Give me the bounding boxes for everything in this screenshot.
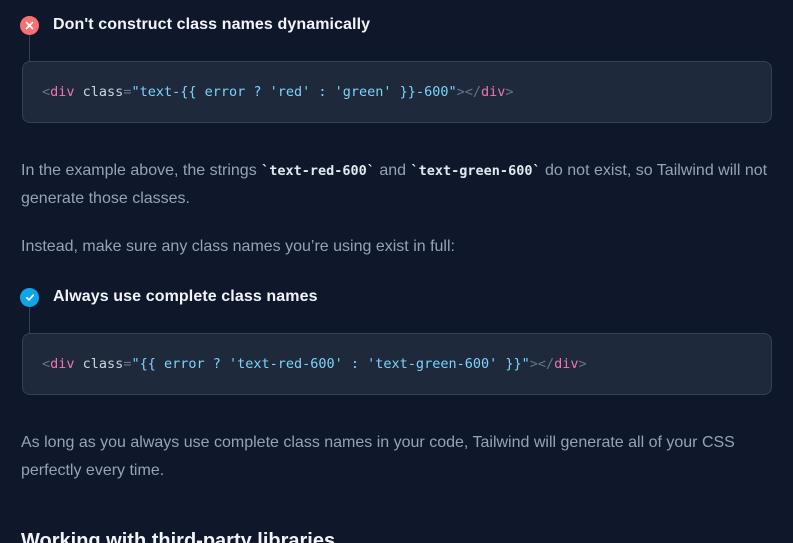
- next-section-title: Working with third-party libraries: [21, 530, 336, 543]
- code-punct: =: [123, 356, 132, 372]
- code-string-value: {{ error ? 'text-red-600' : 'text-green-…: [139, 356, 522, 372]
- explanation-text-middle: and: [374, 162, 411, 179]
- explanation-text-before: In the example above, the strings: [21, 162, 262, 179]
- code-string-quote: ": [521, 356, 530, 372]
- code-attr: class: [74, 356, 124, 372]
- good-example-code-block[interactable]: < div class = "{{ error ? 'text-red-600' : …: [22, 333, 772, 395]
- inline-code-green: `text-green-600`: [410, 163, 541, 179]
- explanation-paragraph: In the example above, the strings `text-…: [21, 157, 771, 213]
- code-string-quote: ": [131, 84, 140, 100]
- code-string-quote: ": [448, 84, 457, 100]
- code-tag: div: [481, 84, 506, 100]
- code-punct: >: [578, 356, 587, 372]
- code-punct: >: [529, 356, 538, 372]
- code-string-value: text-{{ error ? 'red' : 'green' }}-600: [139, 84, 449, 100]
- code-tag: div: [50, 356, 75, 372]
- code-string-quote: ": [131, 356, 140, 372]
- bad-example-heading: Don't construct class names dynamically: [20, 14, 370, 36]
- code-punct: >: [456, 84, 465, 100]
- closing-paragraph: As long as you always use complete class…: [21, 434, 735, 479]
- code-punct: <: [42, 356, 51, 372]
- code-attr: class: [74, 84, 124, 100]
- instead-paragraph: Instead, make sure any class names you’r…: [21, 238, 455, 255]
- good-example-title: Always use complete class names: [53, 288, 318, 305]
- bad-example-title: Don't construct class names dynamically: [53, 16, 371, 33]
- code-tag: div: [50, 84, 75, 100]
- code-punct: =: [123, 84, 132, 100]
- bad-example-connector: [29, 35, 30, 62]
- check-icon: [20, 287, 39, 307]
- code-punct: </: [537, 356, 555, 372]
- code-tag: div: [554, 356, 579, 372]
- good-example-connector: [29, 307, 30, 334]
- good-example-heading: Always use complete class names: [20, 286, 318, 308]
- inline-code-red: `text-red-600`: [261, 163, 375, 179]
- code-punct: </: [464, 84, 481, 100]
- x-icon: [20, 15, 39, 35]
- code-punct: >: [505, 84, 514, 100]
- bad-example-code-block[interactable]: < div class = " text-{{ error ? 'red' : 'gre…: [22, 61, 772, 123]
- code-punct: <: [42, 84, 51, 100]
